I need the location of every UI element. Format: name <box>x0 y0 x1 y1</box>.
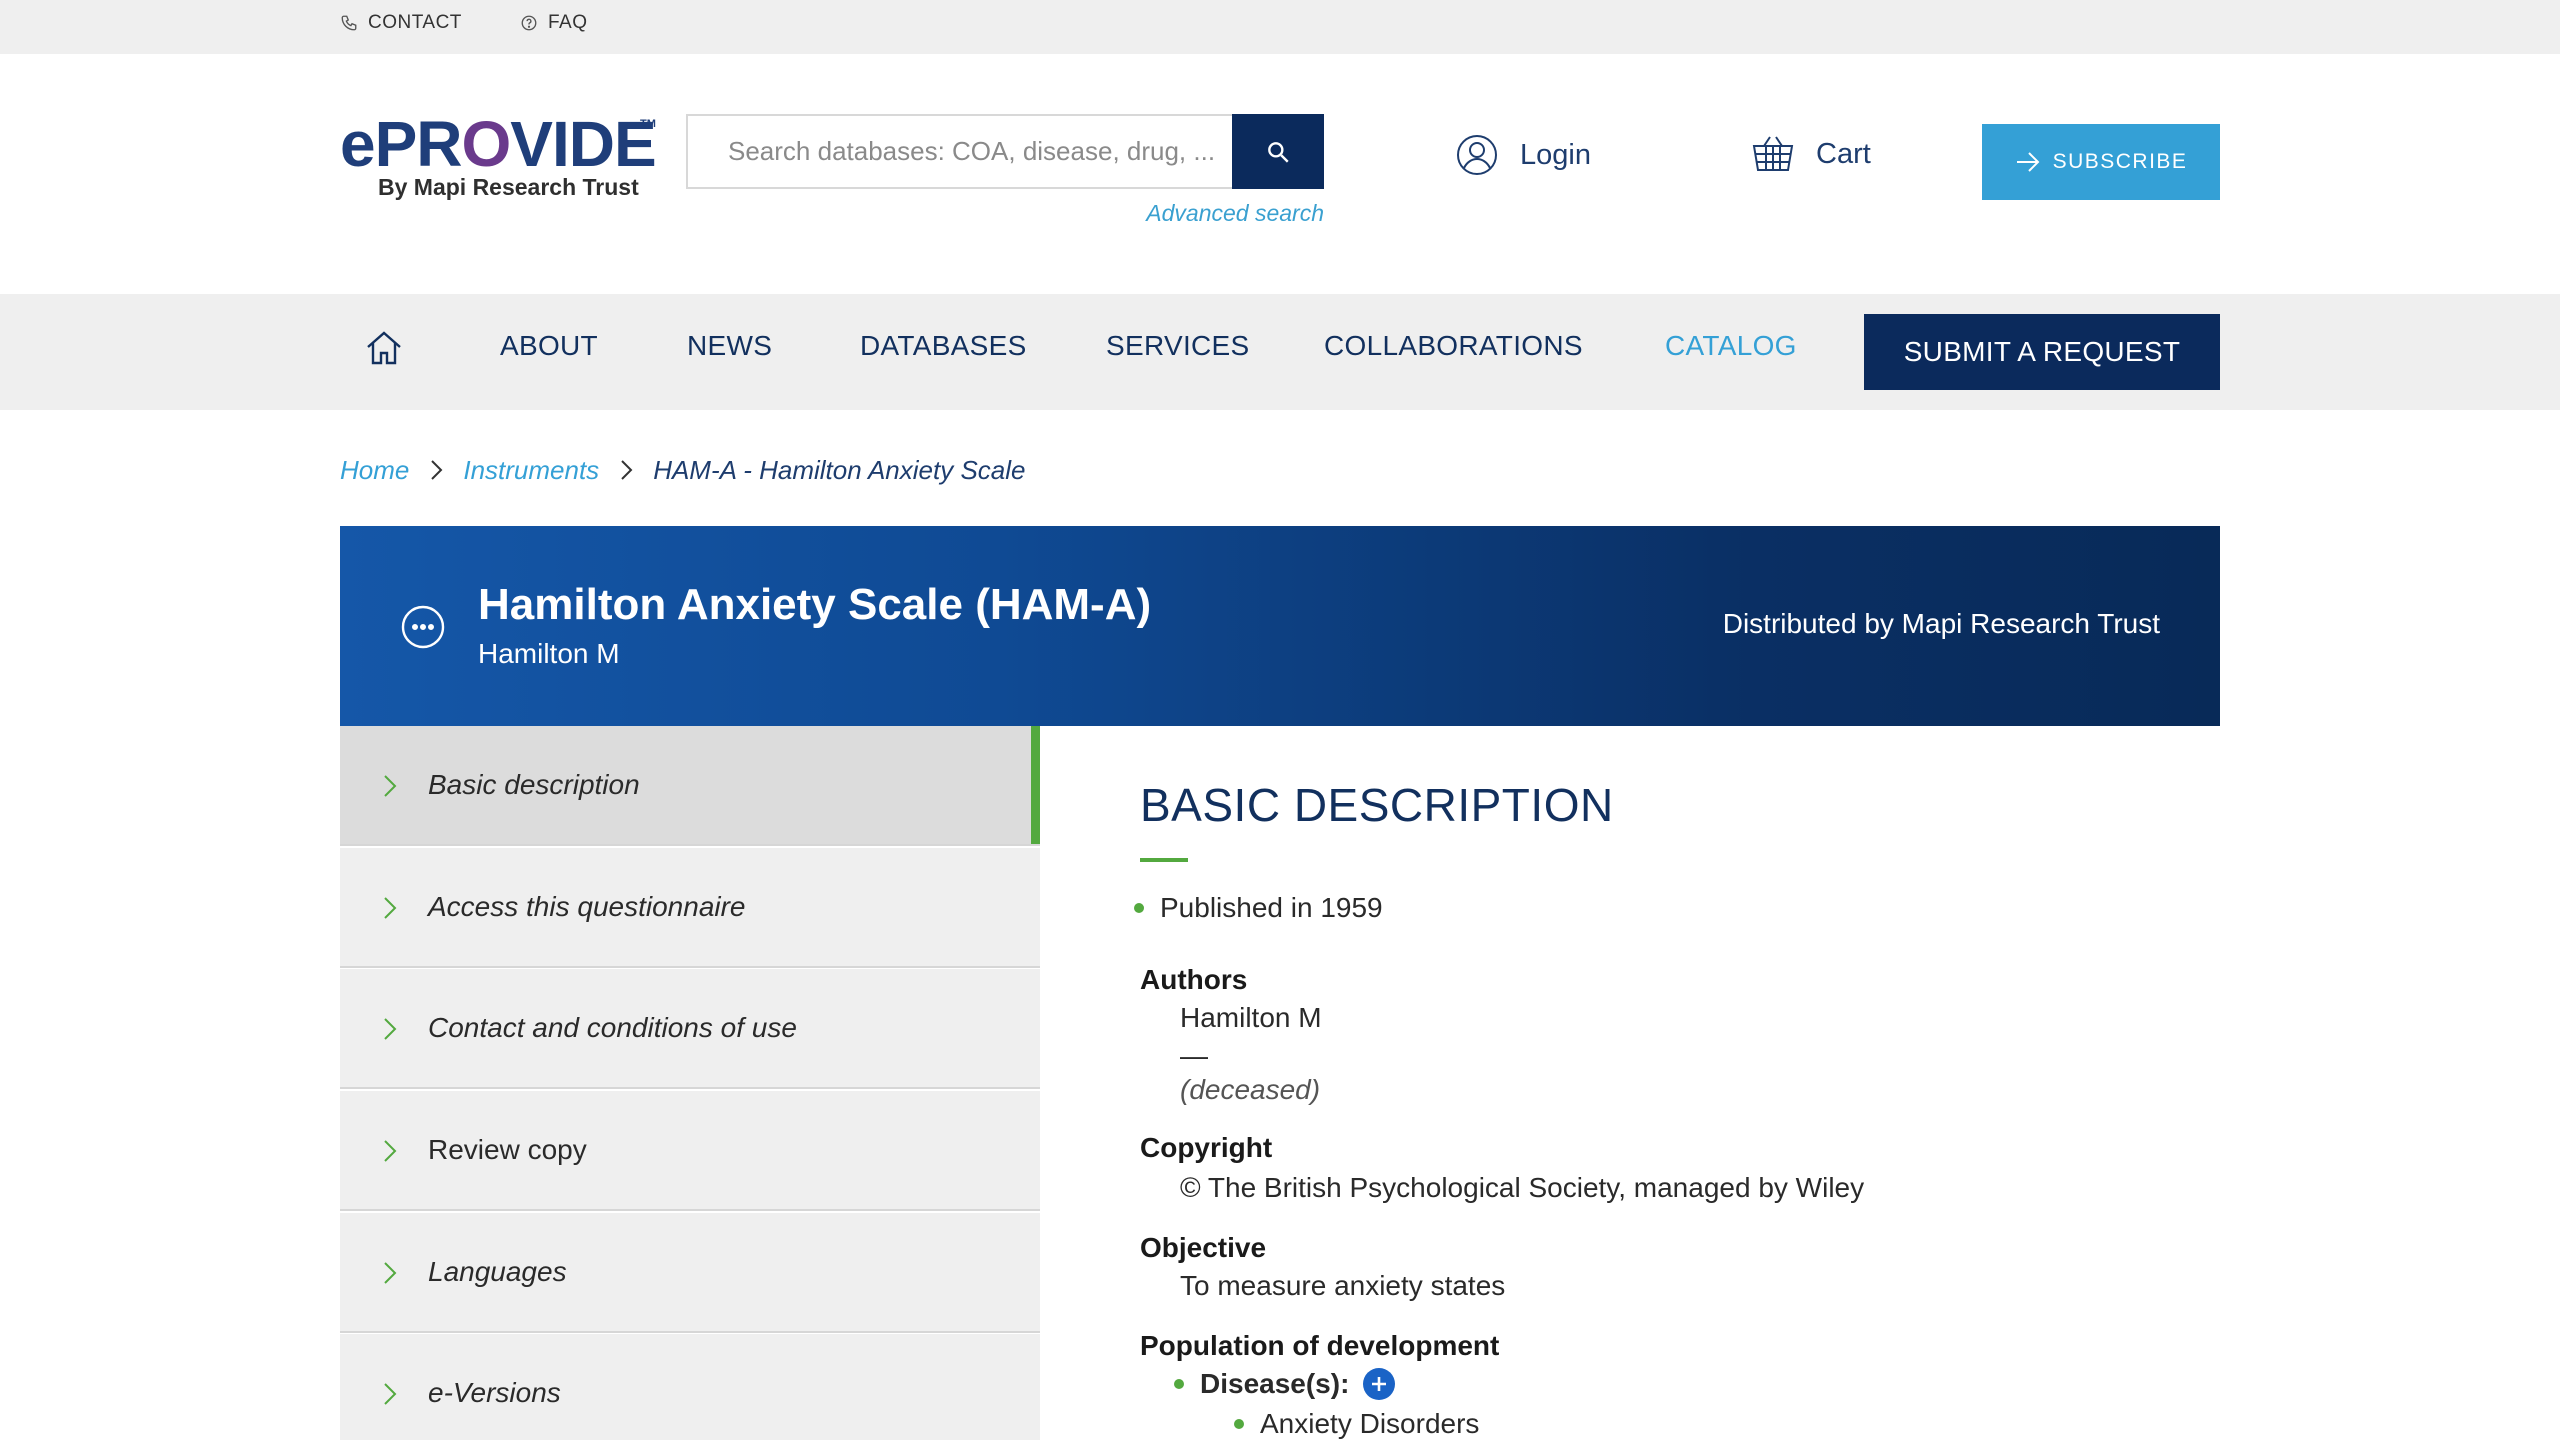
advanced-search-link[interactable]: Advanced search <box>1100 200 1324 227</box>
sidebar-item-e-versions[interactable]: e-Versions <box>340 1334 1040 1440</box>
nav-about[interactable]: ABOUT <box>500 330 598 362</box>
sidebar-item-label: Languages <box>428 1256 567 1287</box>
login-link[interactable]: Login <box>1456 134 1591 176</box>
search-button[interactable] <box>1232 114 1324 189</box>
instrument-banner: Hamilton Anxiety Scale (HAM-A) Hamilton … <box>340 526 2220 726</box>
sidebar-item-basic-description[interactable]: Basic description <box>340 726 1040 846</box>
eprovide-logo[interactable]: ePROVIDE TM By Mapi Research Trust <box>340 112 660 212</box>
main-nav: ABOUT NEWS DATABASES SERVICES COLLABORAT… <box>0 294 2560 410</box>
chevron-right-icon <box>384 1383 397 1405</box>
breadcrumb-instruments[interactable]: Instruments <box>463 455 599 486</box>
chevron-right-icon <box>384 1262 397 1284</box>
disease-list-item: Anxiety Disorders <box>1234 1408 1479 1440</box>
arrow-right-icon <box>2016 152 2039 172</box>
bullet-dot <box>1174 1379 1184 1389</box>
faq-label: FAQ <box>548 12 588 33</box>
chevron-right-icon <box>384 1140 397 1162</box>
submit-request-button[interactable]: SUBMIT A REQUEST <box>1864 314 2220 390</box>
bullet-dot <box>1234 1419 1244 1429</box>
subscribe-button[interactable]: SUBSCRIBE <box>1982 124 2220 200</box>
instrument-author: Hamilton M <box>478 638 620 669</box>
expand-diseases-button[interactable] <box>1363 1368 1396 1400</box>
nav-catalog[interactable]: CATALOG <box>1665 330 1797 362</box>
objective-value: To measure anxiety states <box>1180 1270 1506 1301</box>
copyright-value: © The British Psychological Society, man… <box>1180 1172 1865 1203</box>
section-sidebar: Basic description Access this questionna… <box>340 726 1040 1440</box>
chevron-right-icon <box>384 1018 397 1040</box>
diseases-item: Disease(s): <box>1174 1368 1396 1400</box>
sidebar-item-label: Review copy <box>428 1134 587 1165</box>
heading-underline <box>1140 858 1188 862</box>
question-icon <box>521 15 537 31</box>
logo-subtitle: By Mapi Research Trust <box>378 174 639 200</box>
sidebar-item-contact-conditions[interactable]: Contact and conditions of use <box>340 969 1040 1089</box>
nav-collaborations[interactable]: COLLABORATIONS <box>1324 330 1583 362</box>
published-item: Published in 1959 <box>1134 892 1383 924</box>
phone-icon <box>341 15 357 31</box>
sidebar-item-access[interactable]: Access this questionnaire <box>340 848 1040 968</box>
nav-databases[interactable]: DATABASES <box>860 330 1027 362</box>
more-options-icon[interactable] <box>400 604 446 650</box>
basic-description-section: BASIC DESCRIPTION <box>1140 770 2200 862</box>
distributor-text: Distributed by Mapi Research Trust <box>1722 608 2160 639</box>
author-name: Hamilton M <box>1180 1002 1322 1033</box>
chevron-right-icon <box>384 775 397 797</box>
authors-label: Authors <box>1140 964 1248 995</box>
sidebar-item-review-copy[interactable]: Review copy <box>340 1091 1040 1211</box>
cart-label: Cart <box>1816 137 1871 170</box>
search-placeholder: Search databases: COA, disease, drug, ..… <box>728 136 1216 166</box>
diseases-label: Disease(s): <box>1200 1368 1350 1399</box>
cart-link[interactable]: Cart <box>1752 134 1871 174</box>
author-note: (deceased) <box>1180 1074 1321 1105</box>
plus-icon <box>1372 1377 1387 1391</box>
sidebar-item-label: Basic description <box>428 769 640 800</box>
sidebar-item-languages[interactable]: Languages <box>340 1213 1040 1333</box>
breadcrumb: Home Instruments HAM-A - Hamilton Anxiet… <box>340 452 1025 488</box>
objective-label: Objective <box>1140 1232 1267 1263</box>
home-icon[interactable] <box>364 328 404 368</box>
breadcrumb-home[interactable]: Home <box>340 455 409 486</box>
contact-link[interactable]: CONTACT <box>340 0 462 46</box>
sidebar-item-label: e-Versions <box>428 1377 561 1408</box>
logo-wordmark: ePROVIDE <box>340 108 657 180</box>
subscribe-label: SUBSCRIBE <box>2052 150 2188 173</box>
faq-link[interactable]: FAQ <box>520 0 588 46</box>
top-utility-bar: CONTACT FAQ <box>0 0 2560 54</box>
instrument-title: Hamilton Anxiety Scale (HAM-A) <box>478 580 1152 629</box>
copyright-label: Copyright <box>1140 1132 1273 1163</box>
section-heading: BASIC DESCRIPTION <box>1140 779 1614 831</box>
sidebar-item-label: Contact and conditions of use <box>428 1012 797 1043</box>
bullet-dot <box>1134 903 1144 913</box>
disease-name: Anxiety Disorders <box>1260 1408 1480 1439</box>
search-input[interactable]: Search databases: COA, disease, drug, ..… <box>686 114 1232 189</box>
sidebar-item-label: Access this questionnaire <box>428 891 746 922</box>
published-text: Published in 1959 <box>1160 892 1383 923</box>
nav-news[interactable]: NEWS <box>687 330 772 362</box>
chevron-right-icon <box>621 460 633 480</box>
nav-services[interactable]: SERVICES <box>1106 330 1250 362</box>
breadcrumb-current: HAM-A - Hamilton Anxiety Scale <box>653 454 1026 485</box>
search-icon <box>1268 141 1289 163</box>
author-dash: — <box>1180 1040 1208 1071</box>
chevron-right-icon <box>384 897 397 919</box>
user-icon <box>1457 135 1497 175</box>
basket-icon <box>1752 136 1794 171</box>
contact-label: CONTACT <box>368 12 462 33</box>
chevron-right-icon <box>431 460 443 480</box>
population-label: Population of development <box>1140 1330 1500 1361</box>
logo-trademark: TM <box>640 118 656 130</box>
login-label: Login <box>1520 138 1591 171</box>
